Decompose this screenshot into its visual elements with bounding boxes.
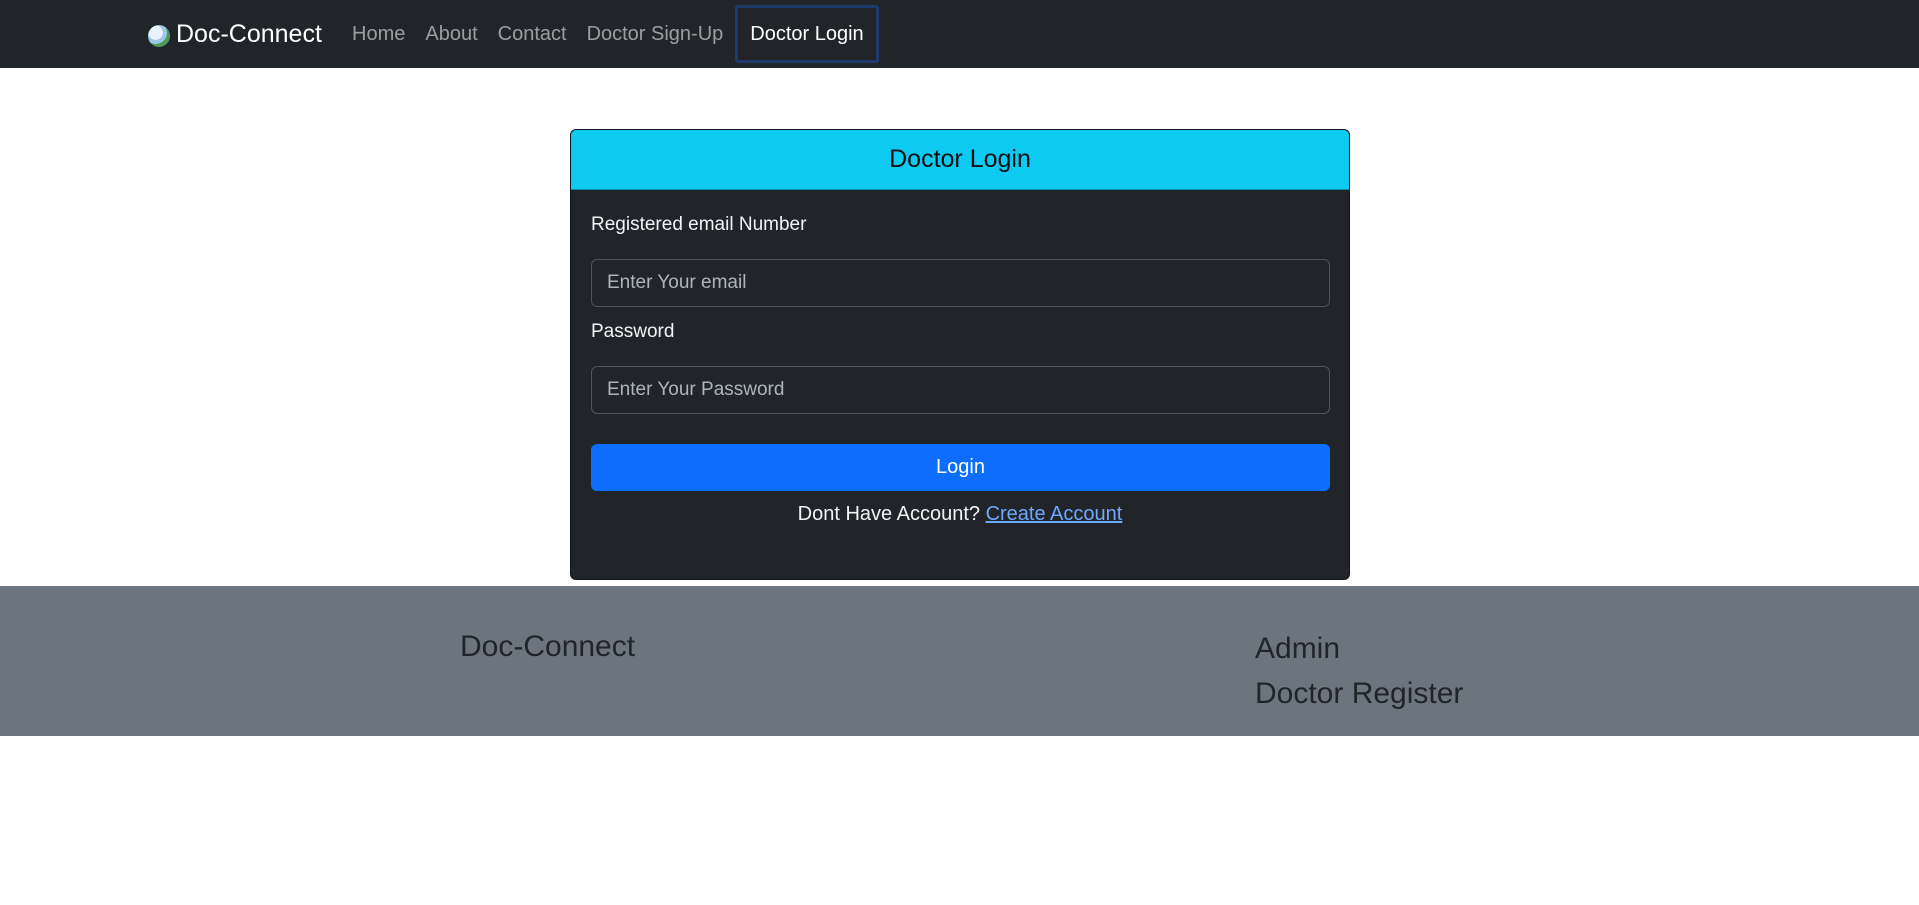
brand-link[interactable]: Doc-Connect (148, 0, 322, 68)
password-label: Password (591, 321, 675, 342)
footer: Doc-Connect Admin Doctor Register (0, 586, 1919, 736)
login-card-header: Doctor Login (571, 130, 1349, 190)
login-card: Doctor Login Registered email Number Pas… (570, 129, 1350, 580)
footer-links: Admin Doctor Register (1255, 630, 1463, 712)
email-input[interactable] (591, 259, 1330, 307)
account-prompt-line: Dont Have Account? Create Account (571, 503, 1349, 526)
create-account-link[interactable]: Create Account (986, 503, 1123, 525)
nav-link-about[interactable]: About (415, 23, 487, 46)
login-button[interactable]: Login (591, 444, 1330, 491)
account-prompt-text: Dont Have Account? (797, 503, 981, 525)
nav-links: Home About Contact Doctor Sign-Up Doctor… (342, 0, 879, 68)
globe-logo-icon (148, 24, 170, 47)
footer-link-admin[interactable]: Admin (1255, 630, 1463, 667)
top-navbar: Doc-Connect Home About Contact Doctor Si… (0, 0, 1919, 68)
nav-link-home[interactable]: Home (342, 23, 415, 46)
password-input[interactable] (591, 366, 1330, 414)
footer-brand: Doc-Connect (460, 630, 636, 663)
nav-link-contact[interactable]: Contact (488, 23, 577, 46)
footer-link-doctor-register[interactable]: Doctor Register (1255, 675, 1463, 712)
email-label: Registered email Number (591, 214, 807, 235)
login-card-title: Doctor Login (889, 145, 1031, 173)
brand-name: Doc-Connect (176, 19, 322, 48)
nav-link-doctor-login[interactable]: Doctor Login (735, 5, 879, 63)
nav-link-doctor-signup[interactable]: Doctor Sign-Up (577, 23, 734, 46)
